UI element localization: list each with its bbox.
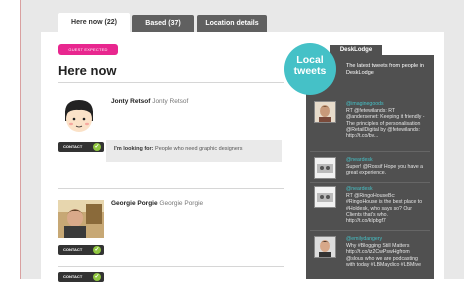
person-name[interactable]: Jonty Retsof Jonty Retsof: [111, 98, 188, 105]
guest-expected-badge: GUEST EXPECTED: [58, 44, 118, 55]
check-icon: ✓: [93, 273, 101, 281]
tweet-handle[interactable]: @neardesk: [346, 157, 373, 163]
local-tweets-badge: Local tweets: [284, 43, 336, 95]
looking-for-note: I'm looking for: People who need graphic…: [106, 140, 282, 162]
person-name[interactable]: Georgie Porgie Georgie Porgie: [111, 200, 203, 207]
divider: [310, 182, 430, 183]
tweet-avatar[interactable]: [314, 157, 336, 179]
tweet-handle[interactable]: @emilydangery: [346, 236, 382, 242]
page-title: Here now: [58, 63, 117, 78]
divider: [310, 230, 430, 231]
tab-here-now[interactable]: Here now (22): [58, 13, 130, 32]
contact-button[interactable]: CONTACT ✓: [58, 272, 104, 282]
tweet-avatar[interactable]: [314, 186, 336, 208]
divider: [58, 188, 284, 189]
tweet-text: RT @fetewilands: RT @andersenet: Keeping…: [346, 108, 425, 140]
contact-button[interactable]: CONTACT ✓: [58, 245, 104, 255]
check-icon: ✓: [93, 246, 101, 254]
check-icon: ✓: [93, 143, 101, 151]
sidebar-description: The latest tweets from people in DeskLod…: [346, 63, 424, 76]
avatar[interactable]: [58, 200, 104, 238]
tweet-text: Why #Blogging Still Matters http://t.co/…: [346, 243, 421, 268]
tweet-text: RT @RingoHouseBc: #RingoHouse is the bes…: [346, 193, 423, 225]
tweet-handle[interactable]: @neardesk: [346, 186, 373, 192]
divider: [58, 266, 284, 267]
divider: [58, 82, 284, 83]
tweet-avatar[interactable]: [314, 101, 336, 123]
tweet-text: Super! @Rossif Hope you have a great exp…: [346, 164, 424, 177]
tab-location-details[interactable]: Location details: [197, 15, 267, 32]
tab-based[interactable]: Based (37): [132, 15, 194, 32]
divider: [310, 151, 430, 152]
badge-line-2: tweets: [293, 65, 327, 77]
sidebar-tab-desklodge[interactable]: DeskLodge: [330, 45, 382, 55]
contact-button[interactable]: CONTACT ✓: [58, 142, 104, 152]
avatar[interactable]: [58, 97, 100, 137]
tweet-avatar[interactable]: [314, 236, 336, 258]
tweet-handle[interactable]: @imaginegoods: [346, 101, 384, 107]
